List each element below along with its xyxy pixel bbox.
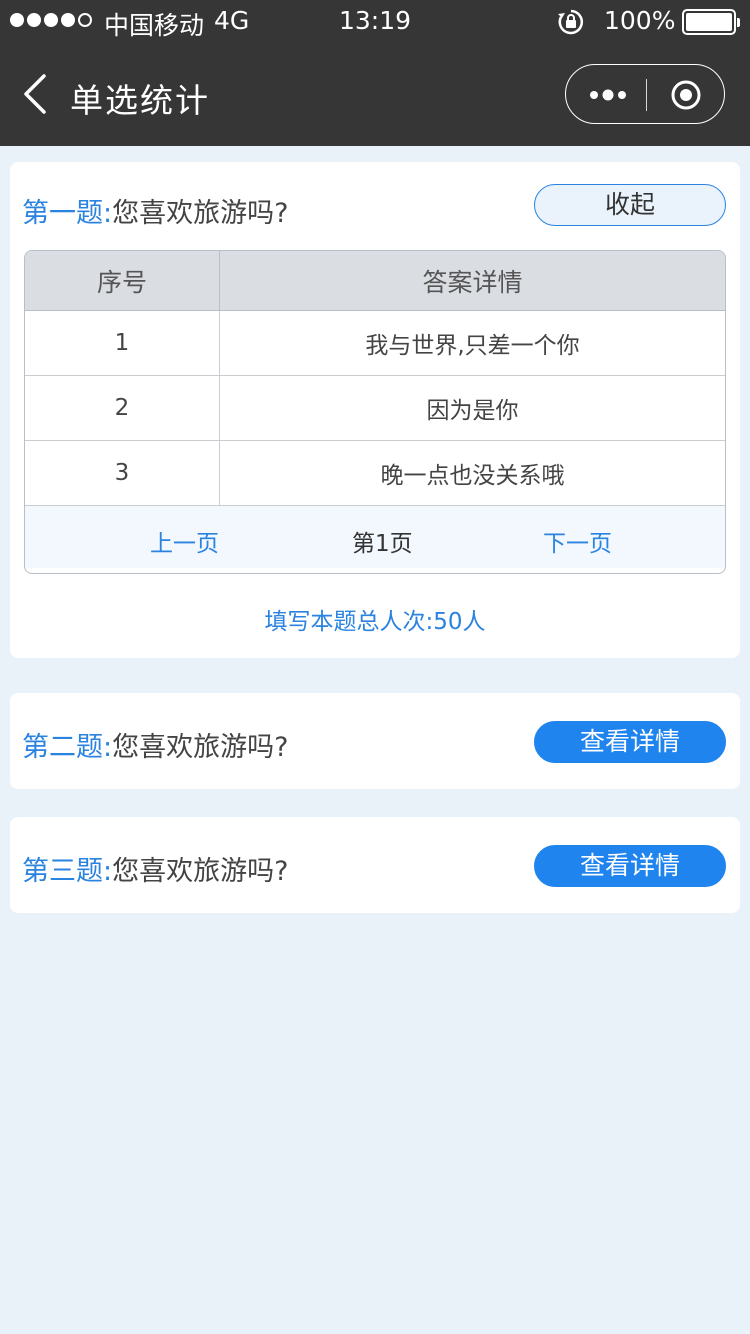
table-row: 3 晚一点也没关系哦 — [25, 441, 725, 506]
prev-page-link[interactable]: 上一页 — [150, 524, 219, 558]
collapse-button[interactable]: 收起 — [534, 184, 726, 226]
capsule-divider — [646, 79, 647, 111]
question-title: 第二题:您喜欢旅游吗? — [22, 725, 288, 764]
next-page-link[interactable]: 下一页 — [543, 524, 612, 558]
table-row: 2 因为是你 — [25, 376, 725, 441]
question-text: 您喜欢旅游吗? — [112, 198, 289, 229]
row-answer: 晚一点也没关系哦 — [380, 463, 565, 489]
battery-icon — [682, 9, 740, 35]
rotation-lock-icon — [558, 9, 584, 35]
column-header-index: 序号 — [25, 251, 220, 310]
question-text: 您喜欢旅游吗? — [112, 856, 289, 887]
row-index: 3 — [25, 441, 220, 505]
answer-table: 序号 答案详情 1 我与世界,只差一个你 2 因为是你 3 晚一点也没关系哦 上… — [24, 250, 726, 574]
nav-bar: 单选统计 — [0, 44, 750, 146]
row-answer: 我与世界,只差一个你 — [365, 333, 580, 359]
view-details-button[interactable]: 查看详情 — [534, 721, 726, 763]
question-card-3: 第三题:您喜欢旅游吗? 查看详情 — [10, 817, 740, 913]
more-icon[interactable] — [588, 83, 628, 107]
row-index: 2 — [25, 376, 220, 440]
current-page: 第1页 — [352, 531, 413, 557]
table-row: 1 我与世界,只差一个你 — [25, 311, 725, 376]
mini-program-capsule — [565, 64, 725, 124]
question-number: 第二题: — [22, 732, 113, 763]
page-title: 单选统计 — [70, 81, 210, 120]
back-arrow-icon[interactable] — [20, 72, 48, 116]
row-answer: 因为是你 — [426, 398, 519, 424]
row-index: 1 — [25, 311, 220, 375]
pagination: 上一页 第1页 下一页 — [25, 506, 725, 568]
close-mini-program-icon[interactable] — [670, 79, 702, 111]
column-header-answer: 答案详情 — [422, 267, 523, 297]
battery-percent: 100% — [604, 6, 676, 35]
question-number: 第一题: — [22, 198, 113, 229]
top-bar: 中国移动 4G 13:19 100% 单选统计 — [0, 0, 750, 146]
question-title: 第三题:您喜欢旅游吗? — [22, 849, 288, 888]
question-card-1: 第一题:您喜欢旅游吗? 收起 序号 答案详情 1 我与世界,只差一个你 2 因为… — [10, 162, 740, 658]
question-title: 第一题:您喜欢旅游吗? — [22, 191, 288, 230]
status-bar: 中国移动 4G 13:19 100% — [0, 0, 750, 44]
question-card-2: 第二题:您喜欢旅游吗? 查看详情 — [10, 693, 740, 789]
view-details-button[interactable]: 查看详情 — [534, 845, 726, 887]
total-respondents: 填写本题总人次:50人 — [264, 609, 486, 635]
question-text: 您喜欢旅游吗? — [112, 732, 289, 763]
question-number: 第三题: — [22, 856, 113, 887]
table-header: 序号 答案详情 — [25, 251, 725, 311]
